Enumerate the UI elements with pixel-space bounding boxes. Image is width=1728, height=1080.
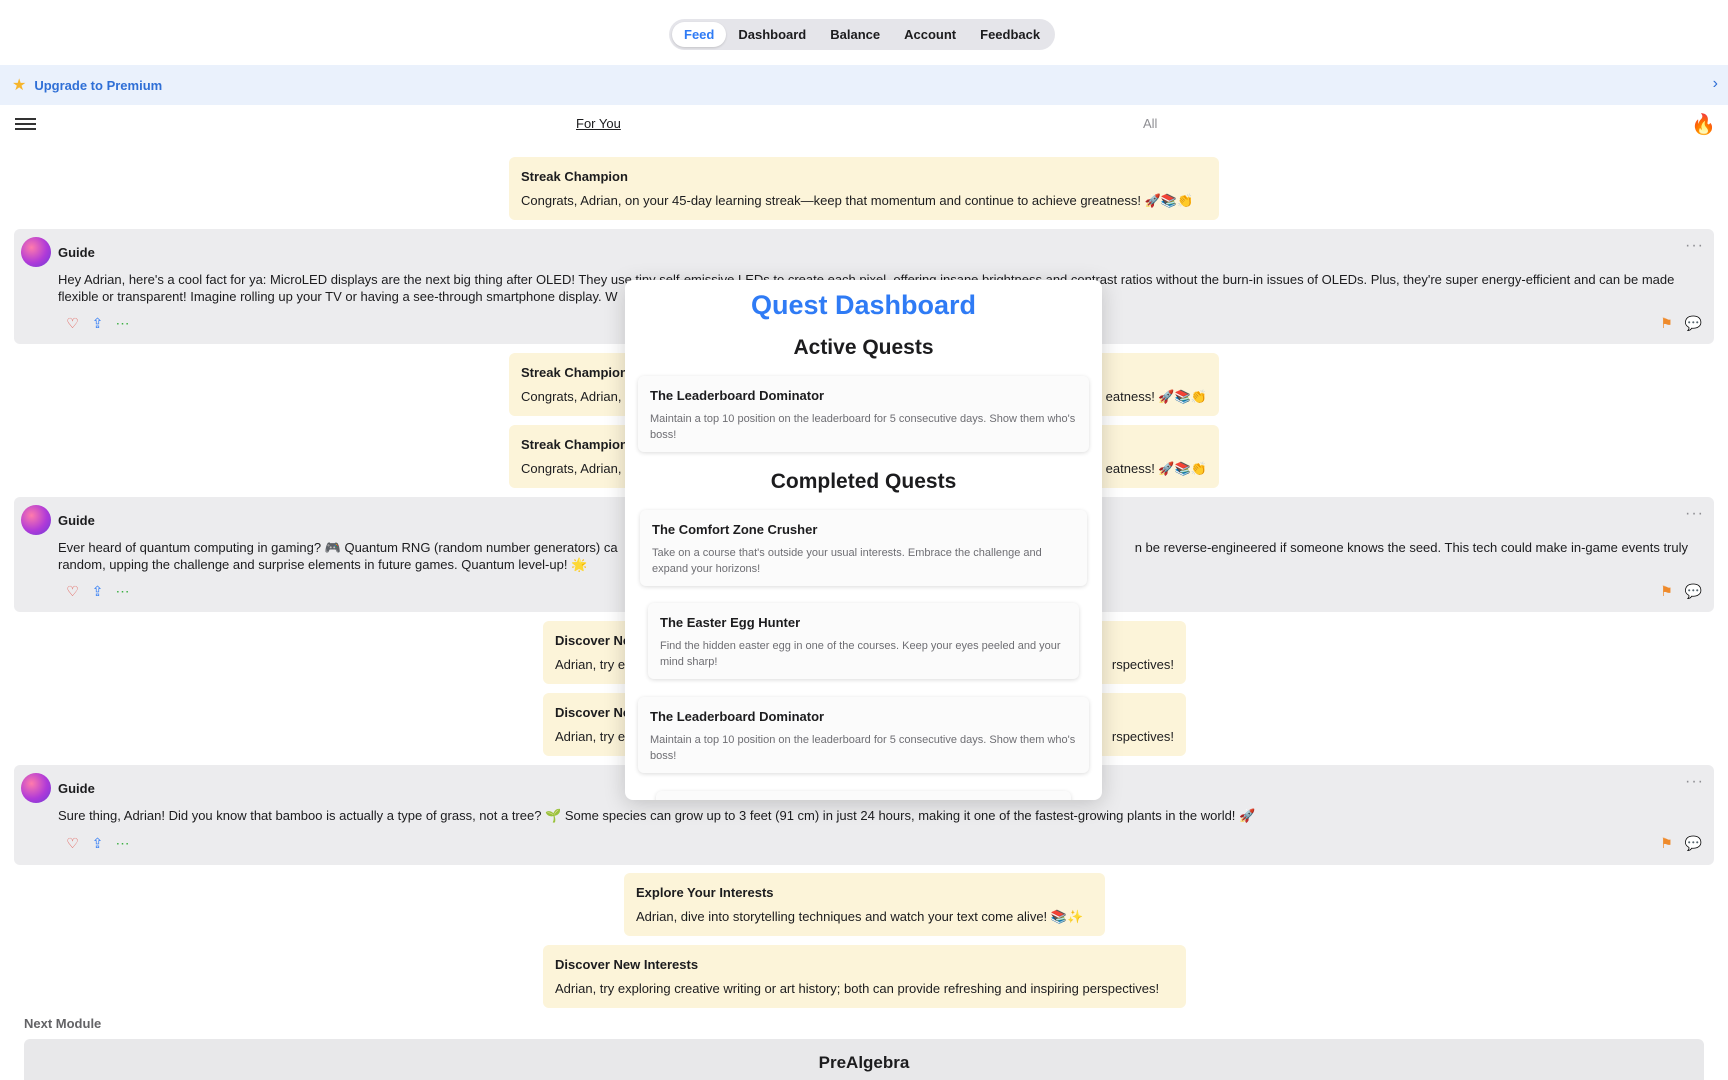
streak-champion-card: Streak Champion Congrats, Adrian, on you… (509, 157, 1219, 220)
quest-title: The Easter Egg Hunter (660, 615, 801, 630)
heart-icon[interactable]: ♡ (64, 583, 81, 600)
card-title: Discover Ne (555, 633, 631, 648)
discover-card: Discover New Interests Adrian, try explo… (543, 945, 1186, 1008)
post-right-actions: ⚑ 💬 (1658, 583, 1702, 600)
guide-name: Guide (58, 513, 95, 528)
tab-feedback[interactable]: Feedback (968, 22, 1052, 47)
card-body: Adrian, dive into storytelling technique… (636, 909, 1084, 924)
heart-icon[interactable]: ♡ (64, 315, 81, 332)
post-actions: ♡ ⇪ ⋯ (64, 315, 131, 332)
next-module-label: Next Module (24, 1016, 102, 1031)
card-body: Congrats, Adrian, (521, 389, 622, 404)
more-options-icon[interactable]: ··· (1685, 505, 1704, 523)
avatar (21, 773, 51, 803)
post-actions: ♡ ⇪ ⋯ (64, 583, 131, 600)
quest-card[interactable]: The Comfort Zone Crusher Take on a cours… (640, 510, 1087, 586)
comment-icon[interactable]: 💬 (1685, 835, 1702, 852)
avatar (21, 237, 51, 267)
quest-title: The Leaderboard Dominator (650, 388, 825, 403)
bookmark-icon[interactable]: ⚑ (1658, 315, 1675, 332)
card-body-right: rspectives! (1111, 729, 1174, 744)
tab-feed[interactable]: Feed (672, 22, 727, 47)
card-title: Streak Champion (521, 437, 628, 452)
explore-interests-card: Explore Your Interests Adrian, dive into… (624, 873, 1105, 936)
subtab-all[interactable]: All (1143, 116, 1157, 131)
card-title: Streak Champion (521, 365, 628, 380)
active-quests-heading: Active Quests (793, 336, 934, 359)
comment-icon[interactable]: 💬 (1685, 315, 1702, 332)
quest-description: Maintain a top 10 position on the leader… (650, 734, 1076, 762)
ellipsis-circle-icon[interactable]: ⋯ (114, 583, 131, 600)
next-module-card[interactable]: PreAlgebra (24, 1039, 1704, 1080)
card-title: Explore Your Interests (636, 885, 774, 900)
upgrade-premium-label: Upgrade to Premium (34, 77, 163, 93)
subtab-for-you[interactable]: For You (576, 116, 621, 131)
card-title: Discover New Interests (555, 957, 699, 972)
tab-account[interactable]: Account (892, 22, 968, 47)
card-body: Adrian, try e (555, 729, 626, 744)
guide-name: Guide (58, 245, 95, 260)
bookmark-icon[interactable]: ⚑ (1658, 583, 1675, 600)
card-body-right: eatness! 🚀📚👏 (1105, 461, 1207, 476)
quest-card[interactable] (656, 791, 1071, 800)
card-body-right: eatness! 🚀📚👏 (1105, 389, 1207, 404)
quest-description: Find the hidden easter egg in one of the… (660, 640, 1061, 668)
chevron-right-icon: › (1712, 75, 1718, 92)
ellipsis-circle-icon[interactable]: ⋯ (114, 835, 131, 852)
modal-title: Quest Dashboard (750, 290, 977, 320)
top-tab-bar: Feed Dashboard Balance Account Feedback (669, 19, 1056, 50)
card-body: Congrats, Adrian, (521, 461, 622, 476)
post-right-actions: ⚑ 💬 (1658, 315, 1702, 332)
more-options-icon[interactable]: ··· (1685, 773, 1704, 791)
card-title: Streak Champion (521, 169, 628, 184)
star-icon: ★ (12, 77, 27, 94)
avatar (21, 505, 51, 535)
card-body-right: rspectives! (1111, 657, 1174, 672)
quest-title: The Leaderboard Dominator (650, 709, 825, 724)
completed-quests-heading: Completed Quests (770, 470, 957, 493)
card-body: Congrats, Adrian, on your 45-day learnin… (521, 193, 1194, 208)
quest-dashboard-modal: Quest Dashboard Active Quests The Leader… (625, 280, 1102, 800)
card-body: Adrian, try exploring creative writing o… (555, 981, 1160, 996)
tab-dashboard[interactable]: Dashboard (726, 22, 818, 47)
guide-message: Ever heard of quantum computing in gamin… (58, 540, 618, 555)
flame-icon[interactable]: 🔥 (1691, 112, 1716, 137)
card-title: Discover Ne (555, 705, 631, 720)
quest-title: The Comfort Zone Crusher (652, 522, 818, 537)
guide-message: Sure thing, Adrian! Did you know that ba… (58, 808, 1256, 823)
bookmark-icon[interactable]: ⚑ (1658, 835, 1675, 852)
comment-icon[interactable]: 💬 (1685, 583, 1702, 600)
next-module-title: PreAlgebra (818, 1053, 910, 1072)
more-options-icon[interactable]: ··· (1685, 237, 1704, 255)
guide-name: Guide (58, 781, 95, 796)
card-body: Adrian, try e (555, 657, 626, 672)
quest-card[interactable]: The Leaderboard Dominator Maintain a top… (638, 376, 1089, 452)
quest-card[interactable]: The Easter Egg Hunter Find the hidden ea… (648, 603, 1079, 679)
guide-message-right: n be reverse-engineered if someone knows… (1134, 540, 1688, 555)
ellipsis-circle-icon[interactable]: ⋯ (114, 315, 131, 332)
hamburger-menu-icon[interactable] (15, 118, 36, 130)
post-actions: ♡ ⇪ ⋯ (64, 835, 131, 852)
quest-description: Maintain a top 10 position on the leader… (650, 413, 1076, 441)
share-icon[interactable]: ⇪ (89, 583, 106, 600)
post-right-actions: ⚑ 💬 (1658, 835, 1702, 852)
feed-subnav: For You All 🔥 (0, 112, 1728, 136)
quest-card[interactable]: The Leaderboard Dominator Maintain a top… (638, 697, 1089, 773)
share-icon[interactable]: ⇪ (89, 835, 106, 852)
tab-balance[interactable]: Balance (818, 22, 892, 47)
quest-description: Take on a course that's outside your usu… (652, 547, 1042, 575)
heart-icon[interactable]: ♡ (64, 835, 81, 852)
upgrade-premium-banner[interactable]: ★ Upgrade to Premium › (0, 65, 1728, 105)
share-icon[interactable]: ⇪ (89, 315, 106, 332)
